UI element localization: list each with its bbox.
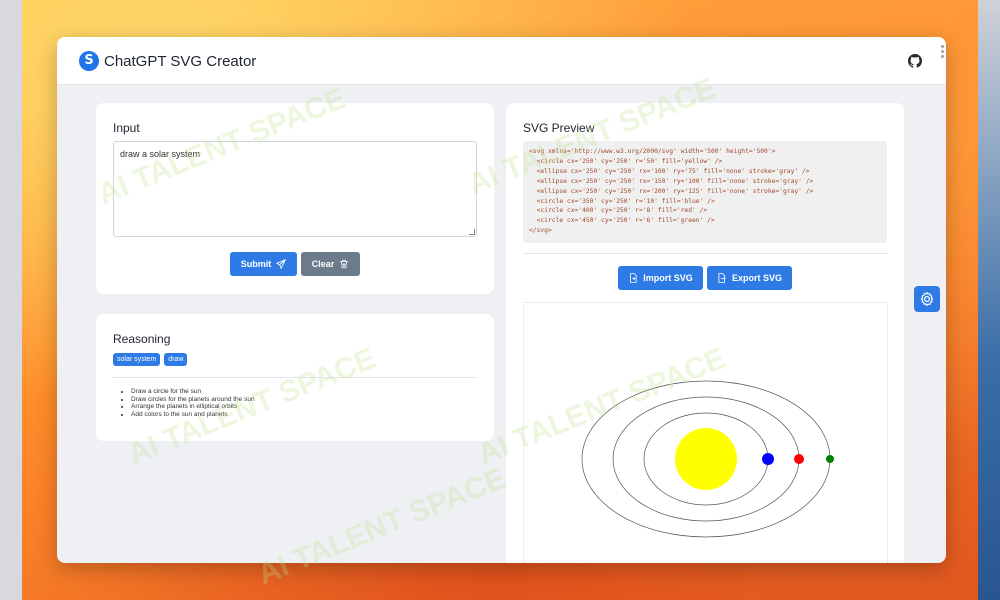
file-import-icon (628, 273, 638, 283)
reasoning-steps: Draw a circle for the sun Draw circles f… (131, 388, 255, 418)
list-item: Add colors to the sun and planets (131, 411, 255, 419)
trash-icon (339, 259, 349, 269)
send-icon (276, 259, 286, 269)
divider (113, 377, 477, 378)
scrollbar-grip[interactable] (941, 45, 944, 60)
reasoning-card: Reasoning solar system draw Draw a circl… (96, 314, 494, 441)
preview-card: SVG Preview <svg xmlns='http://www.w3.or… (506, 103, 904, 563)
gear-icon (919, 291, 935, 307)
export-svg-button[interactable]: Export SVG (707, 266, 792, 290)
submit-label: Submit (241, 259, 272, 269)
prompt-text: draw a solar system (120, 149, 200, 159)
import-svg-button[interactable]: Import SVG (618, 266, 703, 290)
svg-preview-canvas (523, 302, 888, 563)
list-item: Draw circles for the planets around the … (131, 396, 255, 404)
planet-red (794, 454, 804, 464)
resize-handle[interactable] (469, 229, 475, 235)
import-label: Import SVG (643, 273, 693, 283)
github-icon[interactable] (908, 54, 922, 68)
export-label: Export SVG (732, 273, 782, 283)
desktop-edge-right (978, 0, 1000, 600)
tag: draw (164, 353, 187, 366)
app-header: S ChatGPT SVG Creator (57, 37, 946, 85)
planet-green (826, 455, 834, 463)
tag-list: solar system draw (113, 353, 187, 366)
app-title: ChatGPT SVG Creator (104, 53, 256, 70)
settings-button[interactable] (914, 286, 940, 312)
app-logo-icon: S (79, 51, 99, 71)
sun (675, 428, 737, 490)
solar-system-drawing (524, 303, 889, 563)
list-item: Arrange the planets in elliptical orbits (131, 403, 255, 411)
desktop-edge-left (0, 0, 22, 600)
input-title: Input (113, 121, 140, 135)
clear-label: Clear (312, 259, 335, 269)
file-export-icon (717, 273, 727, 283)
submit-button[interactable]: Submit (230, 252, 297, 276)
tag: solar system (113, 353, 160, 366)
input-card: Input draw a solar system Submit Clear (96, 103, 494, 294)
planet-blue (762, 453, 774, 465)
preview-title: SVG Preview (523, 121, 594, 135)
svg-code-block[interactable]: <svg xmlns='http://www.w3.org/2000/svg' … (523, 141, 887, 243)
list-item: Draw a circle for the sun (131, 388, 255, 396)
reasoning-title: Reasoning (113, 332, 170, 346)
prompt-textarea[interactable]: draw a solar system (113, 141, 477, 237)
app-window: S ChatGPT SVG Creator Input draw a solar… (57, 37, 946, 563)
divider (523, 253, 887, 254)
clear-button[interactable]: Clear (301, 252, 360, 276)
